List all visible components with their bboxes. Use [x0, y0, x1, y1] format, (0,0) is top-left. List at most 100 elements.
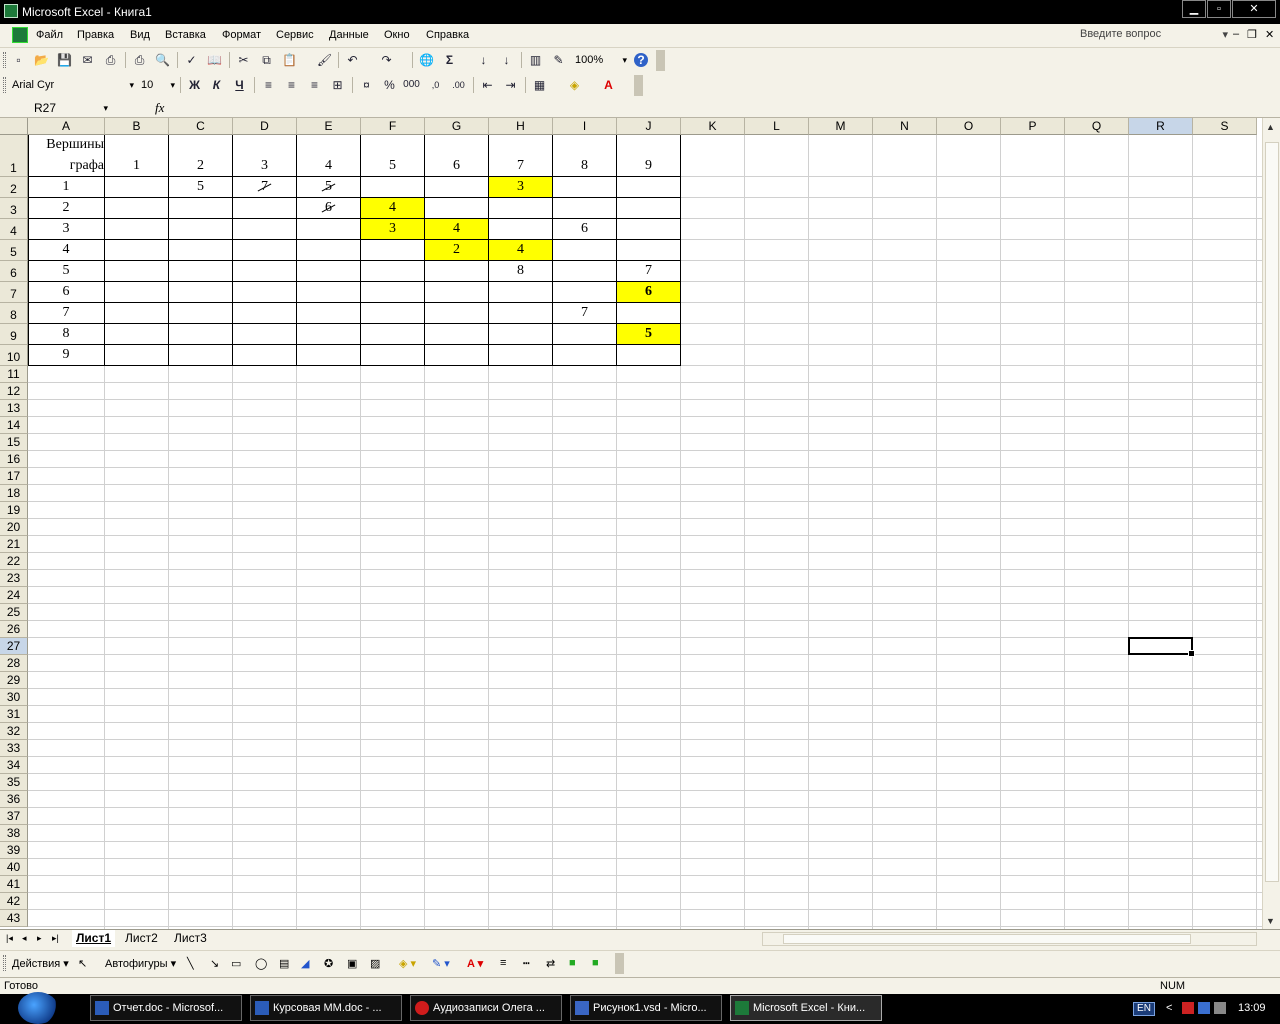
table-row-label[interactable]: 5	[28, 261, 104, 281]
table-row-label[interactable]: 9	[28, 345, 104, 365]
row-header-15[interactable]: 15	[0, 434, 28, 451]
column-header-p[interactable]: P	[1001, 118, 1065, 135]
cell-d2[interactable]: 7	[233, 177, 296, 197]
row-header-35[interactable]: 35	[0, 774, 28, 791]
row-header-30[interactable]: 30	[0, 689, 28, 706]
vertical-scrollbar[interactable]: ▲ ▼	[1262, 118, 1280, 929]
column-header-o[interactable]: O	[937, 118, 1001, 135]
row-header-21[interactable]: 21	[0, 536, 28, 553]
cell-j6[interactable]: 7	[617, 261, 680, 281]
cell-j9[interactable]: 5	[617, 324, 680, 344]
toolbar-options-icon[interactable]	[656, 50, 665, 71]
decrease-decimal-icon[interactable]: .00	[450, 77, 467, 93]
menu-format[interactable]: Формат	[222, 29, 261, 41]
workbook-close-button[interactable]: ✕	[1265, 28, 1274, 41]
row-header-17[interactable]: 17	[0, 468, 28, 485]
column-header-g[interactable]: G	[425, 118, 489, 135]
menu-view[interactable]: Вид	[130, 29, 150, 41]
row-header-11[interactable]: 11	[0, 366, 28, 383]
draw-font-color-icon[interactable]: A ▾	[467, 957, 483, 970]
row-header-9[interactable]: 9	[0, 324, 28, 345]
menu-file[interactable]: Файл	[36, 29, 63, 41]
row-header-32[interactable]: 32	[0, 723, 28, 740]
cell-h6[interactable]: 8	[489, 261, 552, 281]
next-sheet-icon[interactable]: ▸	[37, 933, 42, 944]
tray-network-icon[interactable]	[1198, 1002, 1210, 1014]
hyperlink-icon[interactable]: 🌐	[418, 52, 435, 68]
insert-function-icon[interactable]: fx	[155, 100, 164, 116]
align-left-icon[interactable]: ≡	[260, 77, 277, 93]
thousands-button[interactable]: 000	[403, 77, 420, 93]
sheet-tab-1[interactable]: Лист1	[72, 930, 116, 947]
table-row-label[interactable]: 1	[28, 177, 104, 197]
row-header-36[interactable]: 36	[0, 791, 28, 808]
row-header-39[interactable]: 39	[0, 842, 28, 859]
select-all-corner[interactable]	[0, 118, 28, 135]
column-header-f[interactable]: F	[361, 118, 425, 135]
ask-question-box[interactable]: Введите вопрос ▾	[1080, 28, 1228, 44]
taskbar-item[interactable]: Курсовая ММ.doc - ...	[250, 995, 402, 1021]
3d-style-icon[interactable]: ■	[592, 957, 599, 969]
taskbar-item[interactable]: Microsoft Excel - Кни...	[730, 995, 882, 1021]
ask-question-dropdown-icon[interactable]: ▾	[1222, 28, 1228, 41]
column-header-s[interactable]: S	[1193, 118, 1257, 135]
line-icon[interactable]: ╲	[187, 957, 194, 970]
chart-wizard-icon[interactable]: ▥	[527, 52, 544, 68]
cell-e2[interactable]: 5	[297, 177, 360, 197]
row-header-12[interactable]: 12	[0, 383, 28, 400]
scroll-down-icon[interactable]: ▼	[1266, 916, 1275, 926]
table-column-header[interactable]: 1	[105, 135, 168, 176]
taskbar-item[interactable]: Отчет.doc - Microsof...	[90, 995, 242, 1021]
row-header-34[interactable]: 34	[0, 757, 28, 774]
table-column-header[interactable]: 8	[553, 135, 616, 176]
menu-edit[interactable]: Правка	[77, 29, 114, 41]
cell-f3[interactable]: 4	[361, 198, 424, 218]
worksheet-grid[interactable]: A B C D E F G H I J K L M N O P Q R S 1 2 3 4 5 6 7 8 9 10 11 12 13 14 15…	[0, 118, 1262, 929]
row-header-40[interactable]: 40	[0, 859, 28, 876]
row-header-22[interactable]: 22	[0, 553, 28, 570]
cut-icon[interactable]: ✂	[235, 52, 252, 68]
sort-descending-icon[interactable]: ↓	[498, 52, 515, 68]
oval-icon[interactable]: ◯	[255, 957, 267, 970]
tray-antivirus-icon[interactable]	[1182, 1002, 1194, 1014]
column-header-i[interactable]: I	[553, 118, 617, 135]
arrow-style-icon[interactable]: ⇄	[546, 957, 555, 970]
save-icon[interactable]: 💾	[56, 52, 73, 68]
column-header-d[interactable]: D	[233, 118, 297, 135]
percent-button[interactable]: %	[381, 77, 398, 93]
name-box[interactable]: R27 ▾	[2, 99, 110, 117]
borders-icon[interactable]: ▦	[531, 77, 548, 93]
row-header-33[interactable]: 33	[0, 740, 28, 757]
font-name-combo[interactable]: Arial Cyr ▾	[12, 76, 134, 94]
maximize-button[interactable]: ▫	[1207, 0, 1231, 18]
table-row-label[interactable]: 3	[28, 219, 104, 239]
row-header-29[interactable]: 29	[0, 672, 28, 689]
row-header-14[interactable]: 14	[0, 417, 28, 434]
wordart-icon[interactable]: ◢	[301, 957, 309, 970]
column-header-j[interactable]: J	[617, 118, 681, 135]
table-column-header[interactable]: 5	[361, 135, 424, 176]
cell-j7[interactable]: 6	[617, 282, 680, 302]
row-header-5[interactable]: 5	[0, 240, 28, 261]
minimize-button[interactable]: ▁	[1182, 0, 1206, 18]
table-row-label[interactable]: 7	[28, 303, 104, 323]
workbook-restore-button[interactable]: ❐	[1247, 28, 1257, 41]
zoom-combo[interactable]: 100% ▾	[575, 51, 627, 69]
autoshapes-menu[interactable]: Автофигуры ▾	[105, 957, 176, 970]
font-name-dropdown-icon[interactable]: ▾	[129, 76, 134, 94]
selected-cell[interactable]	[1128, 637, 1195, 657]
shadow-style-icon[interactable]: ■	[569, 957, 576, 969]
toolbar-grip[interactable]	[3, 955, 6, 971]
decrease-indent-icon[interactable]: ⇤	[479, 77, 496, 93]
row-header-3[interactable]: 3	[0, 198, 28, 219]
menu-tools[interactable]: Сервис	[276, 29, 314, 41]
cell-h5[interactable]: 4	[489, 240, 552, 260]
workbook-minimize-button[interactable]: ‒	[1233, 28, 1239, 40]
cell-h2[interactable]: 3	[489, 177, 552, 197]
font-size-combo[interactable]: 10 ▾	[141, 76, 175, 94]
prev-sheet-icon[interactable]: ◂	[22, 933, 27, 944]
menu-window[interactable]: Окно	[384, 29, 410, 41]
toolbar-grip[interactable]	[3, 52, 6, 68]
row-header-6[interactable]: 6	[0, 261, 28, 282]
dash-style-icon[interactable]: ┅	[523, 957, 530, 970]
